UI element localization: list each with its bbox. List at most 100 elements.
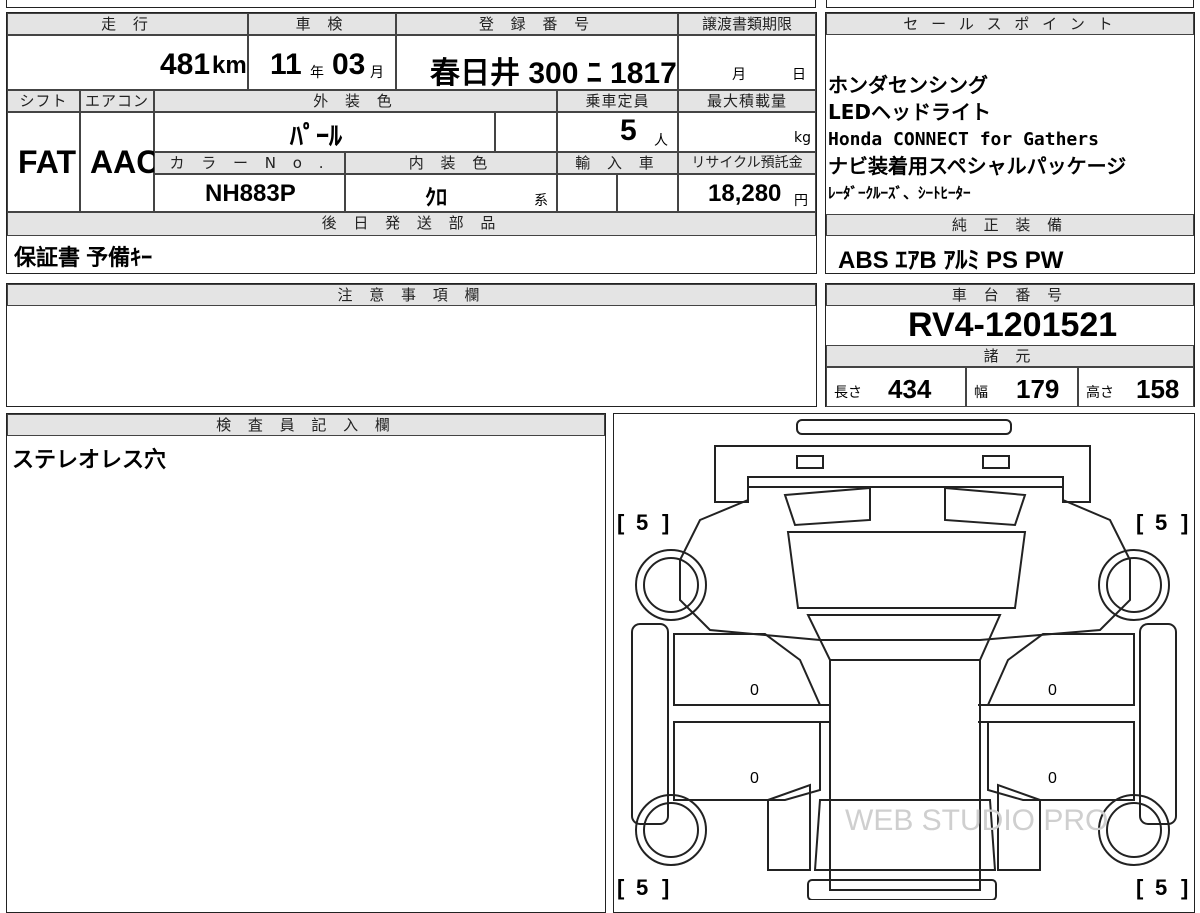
tire-rear-left bbox=[635, 794, 707, 866]
mileage-value: 481 bbox=[160, 48, 211, 81]
tire-front-left bbox=[635, 549, 707, 621]
max-load-unit: kg bbox=[794, 130, 811, 146]
capacity-unit: 人 bbox=[654, 133, 668, 149]
height-label: 高さ bbox=[1086, 385, 1114, 401]
capacity-value: 5 bbox=[620, 114, 637, 147]
capacity-header: 乗車定員 bbox=[557, 90, 678, 112]
inspection-year: 11 bbox=[270, 48, 302, 81]
interior-cell bbox=[345, 174, 557, 212]
recycle-header: リサイクル預託金 bbox=[678, 152, 816, 174]
side-sill-right bbox=[1139, 623, 1177, 825]
tire-fr-close: ] bbox=[1181, 510, 1188, 535]
tire-rl-close: ] bbox=[662, 875, 669, 900]
door-front-right bbox=[986, 633, 1135, 706]
tire-fl-close: ] bbox=[662, 510, 669, 535]
roof bbox=[829, 659, 981, 891]
tire-fr-value: 5 bbox=[1155, 510, 1167, 535]
mileage-header: 走 行 bbox=[7, 13, 248, 35]
headlight-right bbox=[982, 455, 1010, 469]
sales-point-4: ナビ装着用スペシャルパッケージ bbox=[828, 154, 1127, 178]
inspector-header: 検 査 員 記 入 欄 bbox=[7, 414, 605, 436]
shift-header: シフト bbox=[7, 90, 80, 112]
ac-header: エアコン bbox=[80, 90, 154, 112]
notes-header: 注 意 事 項 欄 bbox=[7, 284, 816, 306]
front-body bbox=[679, 486, 1131, 641]
exterior-value: ﾊﾟｰﾙ bbox=[290, 121, 343, 151]
car-diagram: [ 5 ] [ 5 ] [ 5 ] [ 5 ] 0 0 0 0 WEB STUD… bbox=[617, 419, 1188, 900]
headlight-left bbox=[796, 455, 824, 469]
interior-suffix: 系 bbox=[534, 193, 548, 209]
height-value: 158 bbox=[1136, 374, 1180, 404]
inspector-block bbox=[6, 413, 606, 913]
equipment-header: 純 正 装 備 bbox=[826, 214, 1194, 236]
width-label: 幅 bbox=[974, 385, 988, 401]
length-label: 長さ bbox=[834, 385, 862, 401]
tire-rear-right bbox=[1098, 794, 1170, 866]
chassis-header: 車 台 番 号 bbox=[826, 284, 1194, 306]
sales-points-list: ホンダセンシング LEDヘッドライト Honda CONNECT for Gat… bbox=[828, 72, 1194, 207]
sales-points-header: セ ー ル ス ポ イ ン ト bbox=[826, 13, 1194, 35]
front-lamp-left bbox=[783, 486, 871, 527]
tire-fl-open: [ bbox=[617, 510, 625, 535]
color-no-value: NH883P bbox=[205, 180, 296, 207]
recycle-value: 18,280 bbox=[708, 180, 782, 207]
transfer-day: 日 bbox=[792, 67, 806, 83]
interior-header: 内 装 色 bbox=[345, 152, 557, 174]
inspection-month-unit: 月 bbox=[370, 65, 384, 81]
top-strip-right bbox=[826, 0, 1194, 8]
inspection-month: 03 bbox=[332, 48, 366, 81]
import-header: 輸 入 車 bbox=[557, 152, 678, 174]
tire-rl-open: [ bbox=[617, 875, 625, 900]
inspector-value: ステレオレス穴 bbox=[12, 448, 167, 473]
tire-rl-value: 5 bbox=[636, 875, 648, 900]
registration-value: 春日井 300 ﾆ 1817 bbox=[430, 57, 677, 90]
width-value: 179 bbox=[1016, 374, 1060, 404]
front-lamp-right bbox=[944, 486, 1027, 527]
ac-value: AAC bbox=[90, 144, 160, 180]
mileage-unit: km bbox=[212, 52, 247, 79]
inspection-header: 車 検 bbox=[248, 13, 396, 35]
max-load-header: 最大積載量 bbox=[678, 90, 816, 112]
top-strip bbox=[6, 0, 816, 8]
roof-front bbox=[806, 614, 1002, 661]
tire-fr-open: [ bbox=[1136, 510, 1144, 535]
transfer-header: 譲渡書類期限 bbox=[678, 13, 816, 35]
watermark: WEB STUDIO PRO bbox=[845, 804, 1108, 837]
door-fr-value: 0 bbox=[1048, 682, 1057, 699]
color-no-header: カ ラ ー N o . bbox=[154, 152, 345, 174]
door-rr-value: 0 bbox=[1048, 770, 1057, 787]
import-cell-2 bbox=[617, 174, 678, 212]
dimensions-header: 諸 元 bbox=[826, 345, 1194, 367]
windshield bbox=[786, 531, 1027, 609]
tire-rr-open: [ bbox=[1136, 875, 1144, 900]
sales-point-3: Honda CONNECT for Gathers bbox=[828, 129, 1099, 150]
front-bumper bbox=[796, 419, 1012, 435]
transfer-month: 月 bbox=[732, 67, 746, 83]
tire-front-right bbox=[1098, 549, 1170, 621]
door-fl-value: 0 bbox=[750, 682, 759, 699]
tire-rr-close: ] bbox=[1181, 875, 1188, 900]
interior-value: ｸﾛ bbox=[425, 185, 448, 210]
length-value: 434 bbox=[888, 374, 932, 404]
tire-rr-value: 5 bbox=[1155, 875, 1167, 900]
sales-point-2: LEDヘッドライト bbox=[828, 100, 992, 124]
sales-point-5: ﾚｰﾀﾞｰｸﾙｰｽﾞ、ｼｰﾄﾋｰﾀｰ bbox=[828, 184, 971, 202]
later-parts-value: 保証書 予備ｷｰ bbox=[14, 245, 153, 270]
door-rl-value: 0 bbox=[750, 770, 759, 787]
chassis-value: RV4-1201521 bbox=[908, 306, 1118, 344]
rear-quarter-left bbox=[767, 783, 811, 871]
exterior-header: 外 装 色 bbox=[154, 90, 557, 112]
door-front-left bbox=[673, 633, 822, 706]
exterior-cell-extra bbox=[495, 112, 557, 152]
shift-value: FAT bbox=[18, 144, 77, 180]
import-cell-1 bbox=[557, 174, 617, 212]
recycle-unit: 円 bbox=[794, 193, 808, 209]
tire-fl-value: 5 bbox=[636, 510, 648, 535]
equipment-value: ABS ｴｱB ｱﾙﾐ PS PW bbox=[838, 247, 1064, 274]
later-parts-header: 後 日 発 送 部 品 bbox=[7, 212, 816, 236]
inspection-year-unit: 年 bbox=[310, 65, 324, 81]
registration-header: 登 録 番 号 bbox=[396, 13, 678, 35]
side-sill-left bbox=[631, 623, 669, 825]
hood bbox=[714, 445, 1091, 503]
sales-point-1: ホンダセンシング bbox=[828, 73, 988, 97]
